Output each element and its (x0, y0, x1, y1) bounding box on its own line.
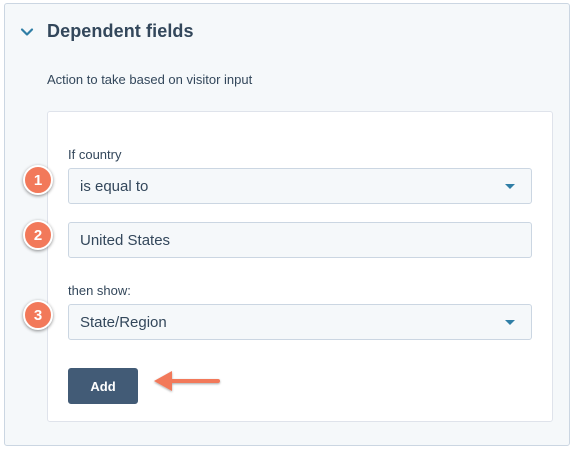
country-value-text: United States (80, 231, 171, 249)
section-description: Action to take based on visitor input (47, 72, 253, 87)
step-badge-1: 1 (23, 165, 53, 195)
step-badge-2: 2 (23, 220, 53, 250)
dependent-fields-panel: Dependent fields Action to take based on… (4, 3, 570, 446)
operator-select-value: is equal to (80, 177, 149, 195)
chevron-down-icon (505, 184, 515, 189)
rule-card: If country is equal to United States the… (47, 111, 553, 422)
chevron-down-icon[interactable] (19, 24, 35, 40)
step-badge-3: 3 (23, 300, 53, 330)
show-field-select-value: State/Region (80, 313, 167, 331)
add-button[interactable]: Add (68, 368, 138, 404)
chevron-down-icon (505, 320, 515, 325)
operator-select[interactable]: is equal to (68, 168, 532, 204)
country-value-input[interactable]: United States (68, 222, 532, 258)
condition-label: If country (68, 147, 122, 162)
show-field-select[interactable]: State/Region (68, 304, 532, 340)
section-title: Dependent fields (47, 21, 194, 41)
then-show-label: then show: (68, 283, 131, 298)
arrow-left-icon (154, 371, 220, 391)
section-header[interactable]: Dependent fields (5, 4, 569, 60)
